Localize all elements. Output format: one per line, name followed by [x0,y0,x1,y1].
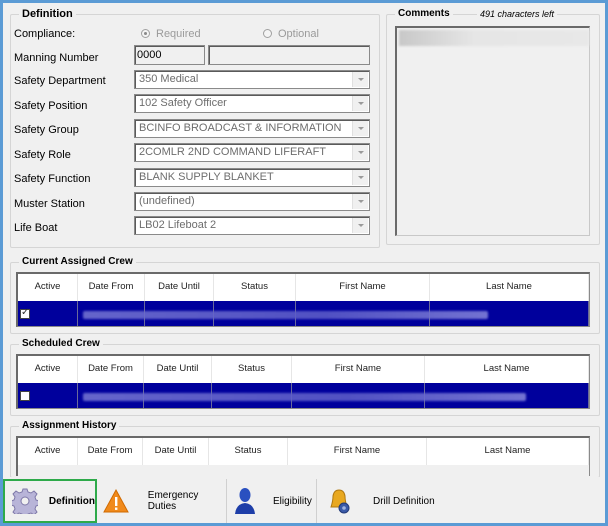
safety-department-value: 350 Medical [139,73,199,85]
muster-station-value: (undefined) [139,195,195,207]
safety-role-value: 2COMLR 2ND COMMAND LIFERAFT [139,146,327,158]
warning-icon [103,487,130,515]
column-first-name[interactable]: First Name [292,356,425,383]
life-boat-value: LB02 Lifeboat 2 [139,219,217,231]
chevron-down-icon[interactable] [352,145,368,160]
column-status[interactable]: Status [209,438,288,465]
column-date-until[interactable]: Date Until [143,438,209,465]
scheduled-crew-legend: Scheduled Crew [19,338,103,350]
safety-department-select[interactable]: 350 Medical [134,70,370,89]
column-status[interactable]: Status [214,274,296,301]
column-date-from[interactable]: Date From [78,438,143,465]
chevron-down-icon[interactable] [352,72,368,87]
column-last-name[interactable]: Last Name [427,438,589,465]
bell-icon [325,487,353,515]
column-date-from[interactable]: Date From [78,274,145,301]
safety-group-value: BCINFO BROADCAST & INFORMATION [139,122,342,134]
table-header: Active Date From Date Until Status First… [18,438,589,465]
safety-department-label: Safety Department [14,75,106,87]
chevron-down-icon[interactable] [352,96,368,111]
current-crew-table[interactable]: Active Date From Date Until Status First… [16,272,590,327]
safety-role-label: Safety Role [14,149,71,161]
current-crew-legend: Current Assigned Crew [19,256,136,268]
chevron-down-icon[interactable] [352,121,368,136]
active-checkbox[interactable] [20,391,30,401]
safety-position-value: 102 Safety Officer [139,97,227,109]
tab-eligibility-label: Eligibility [273,495,312,507]
characters-left: 491 characters left [477,8,558,20]
muster-station-label: Muster Station [14,198,85,210]
history-empty-area [18,465,589,476]
table-row[interactable] [18,383,589,408]
radio-required-label: Required [156,28,201,40]
active-checkbox[interactable] [20,307,30,319]
tab-eligibility[interactable]: Eligibility [227,479,317,523]
person-icon [231,487,259,515]
safety-role-select[interactable]: 2COMLR 2ND COMMAND LIFERAFT [134,143,370,162]
safety-position-select[interactable]: 102 Safety Officer [134,94,370,113]
safety-function-select[interactable]: BLANK SUPPLY BLANKET [134,168,370,187]
column-active[interactable]: Active [18,274,78,301]
radio-required[interactable]: Required [141,28,201,40]
column-first-name[interactable]: First Name [288,438,427,465]
table-header: Active Date From Date Until Status First… [18,356,589,383]
manning-number-input[interactable]: 0000 [134,45,205,65]
chevron-down-icon[interactable] [352,194,368,209]
safety-function-value: BLANK SUPPLY BLANKET [139,171,274,183]
manning-number-extra-input[interactable] [208,45,370,65]
column-date-from[interactable]: Date From [78,356,144,383]
chevron-down-icon[interactable] [352,170,368,185]
comments-legend: Comments [395,8,453,20]
manning-number-label: Manning Number [14,52,99,64]
muster-station-select[interactable]: (undefined) [134,192,370,211]
life-boat-select[interactable]: LB02 Lifeboat 2 [134,216,370,235]
comments-text-redacted [399,30,589,46]
safety-group-select[interactable]: BCINFO BROADCAST & INFORMATION [134,119,370,138]
history-table[interactable]: Active Date From Date Until Status First… [16,436,590,476]
column-first-name[interactable]: First Name [296,274,430,301]
safety-position-label: Safety Position [14,100,88,112]
compliance-label: Compliance: [14,28,76,40]
tab-definition[interactable]: Definition [3,479,97,523]
tab-emergency-duties[interactable]: Emergency Duties [97,479,227,523]
safety-group-label: Safety Group [14,124,79,136]
table-header: Active Date From Date Until Status First… [18,274,589,301]
tab-drill-definition[interactable]: Drill Definition [317,479,477,523]
column-date-until[interactable]: Date Until [144,356,212,383]
comments-textarea[interactable] [395,26,590,236]
radio-optional-dot [263,29,272,38]
tab-emergency-duties-label: Emergency Duties [147,490,199,512]
bottom-tab-bar: Definition Emergency Duties Eligibility … [3,477,605,523]
gear-icon [11,487,39,515]
window: Definition Compliance: Required Optional… [3,3,605,523]
redacted-row-text [83,311,488,319]
column-last-name[interactable]: Last Name [430,274,589,301]
column-last-name[interactable]: Last Name [425,356,589,383]
table-row[interactable] [18,301,589,326]
safety-function-label: Safety Function [14,173,91,185]
history-legend: Assignment History [19,420,120,432]
definition-legend: Definition [19,8,76,20]
tab-definition-label: Definition [48,495,95,507]
manning-number-value: 0000 [137,49,162,61]
redacted-row-text [83,393,526,401]
radio-optional[interactable]: Optional [263,28,319,40]
column-active[interactable]: Active [18,438,78,465]
tab-drill-definition-label: Drill Definition [373,495,435,507]
column-status[interactable]: Status [212,356,292,383]
column-date-until[interactable]: Date Until [145,274,214,301]
column-active[interactable]: Active [18,356,78,383]
scheduled-crew-table[interactable]: Active Date From Date Until Status First… [16,354,590,409]
radio-required-dot [141,29,150,38]
radio-optional-label: Optional [278,28,319,40]
life-boat-label: Life Boat [14,222,58,234]
chevron-down-icon[interactable] [352,218,368,233]
